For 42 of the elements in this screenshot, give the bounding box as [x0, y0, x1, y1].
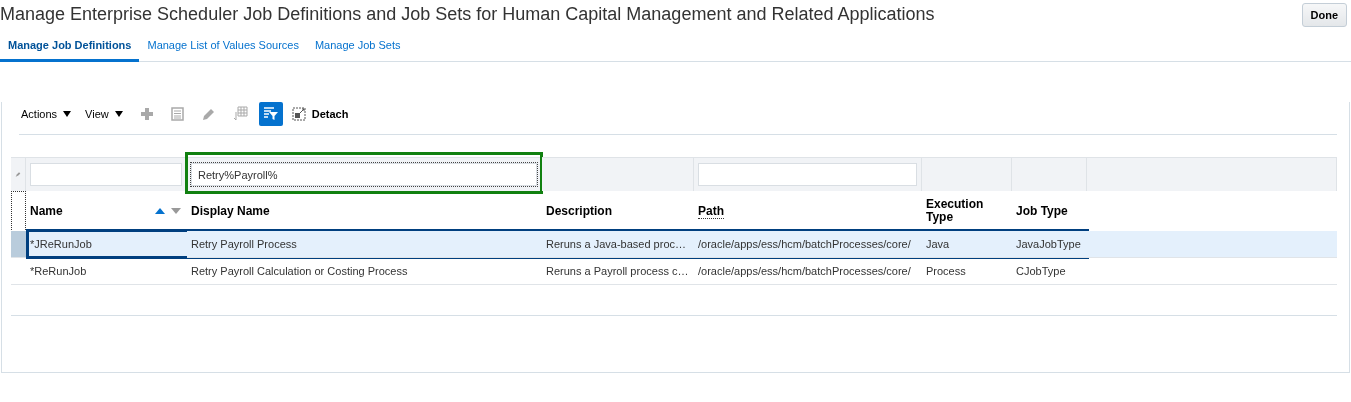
column-header[interactable]: Path: [698, 203, 724, 219]
pencil-icon: [201, 106, 217, 122]
table-cell: Process: [926, 265, 966, 277]
page-title: Manage Enterprise Scheduler Job Definitions and Job Sets for Human Capital Management and Related Applications: [0, 3, 935, 25]
detach-icon: [291, 107, 306, 121]
filter-field[interactable]: Retry%Payroll%: [191, 163, 537, 186]
freeze-columns-icon: [231, 106, 248, 122]
filter-field[interactable]: [30, 163, 182, 186]
caret-icon: [114, 111, 123, 117]
caret-icon: [63, 111, 72, 117]
filter-field[interactable]: [698, 163, 917, 186]
focus-outline: [11, 191, 26, 230]
table-cell: *ReRunJob: [30, 265, 87, 277]
table-cell: Reruns a Payroll process c…: [546, 265, 689, 277]
column-header[interactable]: Job Type: [1016, 204, 1068, 218]
menu-button[interactable]: View: [83, 106, 125, 122]
menu-button[interactable]: Actions: [19, 106, 74, 122]
filter-icon: [262, 107, 279, 121]
table-cell: JavaJobType: [1016, 238, 1081, 250]
tab[interactable]: Manage Job Definitions: [0, 35, 140, 62]
table-cell: Reruns a Java-based proc…: [546, 238, 686, 250]
tab[interactable]: Manage List of Values Sources: [139, 35, 307, 62]
details-icon: [171, 107, 185, 121]
table-cell: /oracle/apps/ess/hcm/batchProcesses/core/: [698, 238, 911, 250]
detach-button[interactable]: Detach: [289, 102, 351, 126]
toolbar-button[interactable]: [258, 102, 283, 126]
clear-filter-icon[interactable]: [15, 170, 21, 179]
table-cell: /oracle/apps/ess/hcm/batchProcesses/core/: [698, 265, 911, 277]
table-cell: Retry Payroll Process: [191, 238, 297, 250]
done-button[interactable]: Done: [1301, 3, 1347, 27]
column-header[interactable]: Description: [546, 204, 612, 218]
tab[interactable]: Manage Job Sets: [306, 35, 409, 62]
column-header[interactable]: Name: [30, 204, 63, 218]
table-cell: Java: [926, 238, 950, 250]
column-header[interactable]: Execution Type: [926, 198, 1008, 224]
add-icon: [139, 107, 154, 121]
row-selector[interactable]: [11, 231, 26, 258]
table-cell: CJobType: [1016, 265, 1066, 277]
table-cell: *JReRunJob: [30, 238, 92, 250]
column-header[interactable]: Display Name: [191, 204, 270, 218]
table-cell: Retry Payroll Calculation or Costing Process: [191, 265, 408, 277]
sort-icon[interactable]: [153, 207, 183, 215]
